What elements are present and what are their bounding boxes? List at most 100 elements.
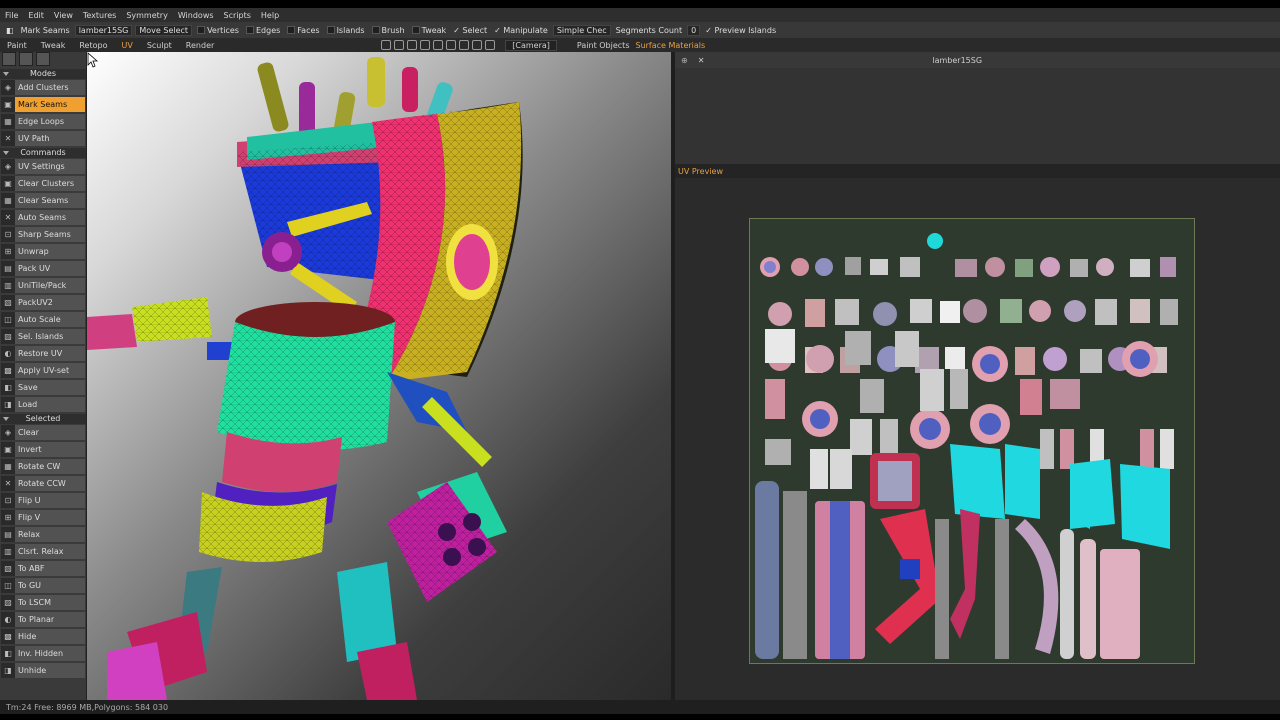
tool-icon: ▧ (1, 295, 15, 310)
tool-clsrt-relax[interactable]: ▥ Clsrt. Relax (1, 544, 85, 559)
tool-clear[interactable]: ◈ Clear (1, 425, 85, 440)
tool-icon-3[interactable] (36, 52, 50, 66)
islands-toggle[interactable]: Islands (325, 26, 367, 35)
tool-pack-uv[interactable]: ▤ Pack UV (1, 261, 85, 276)
tab-paint-objects[interactable]: Paint Objects (577, 41, 630, 50)
wireframe-icon[interactable] (472, 40, 483, 50)
segments-count-input[interactable]: 0 (687, 24, 701, 36)
tool-label: Save (18, 383, 38, 392)
select-toggle[interactable]: ✓ Select (451, 26, 489, 35)
tool-inv-hidden[interactable]: ◧ Inv. Hidden (1, 646, 85, 661)
brush-checkbox[interactable] (371, 26, 380, 34)
edges-checkbox[interactable] (245, 26, 254, 34)
tool-label: To Planar (18, 615, 55, 624)
menu-item-textures[interactable]: Textures (83, 11, 116, 20)
menu-item-edit[interactable]: Edit (28, 11, 44, 20)
tool-label: Flip V (18, 513, 41, 522)
tool-to-abf[interactable]: ▧ To ABF (1, 561, 85, 576)
3d-viewport[interactable] (87, 52, 671, 700)
grid-icon[interactable] (433, 40, 444, 50)
tool-icon: ◫ (1, 312, 15, 327)
zoom-icon[interactable] (407, 40, 418, 50)
tool-to-lscm[interactable]: ▨ To LSCM (1, 595, 85, 610)
tool-unwrap[interactable]: ⊞ Unwrap (1, 244, 85, 259)
tab-room-paint[interactable]: Paint (7, 41, 27, 50)
tool-mark-seams[interactable]: ▣ Mark Seams (1, 97, 85, 112)
tool-icon-2[interactable] (19, 52, 33, 66)
menu-item-view[interactable]: View (54, 11, 73, 20)
object-select[interactable]: lamber15SG (74, 24, 133, 36)
tool-unhide[interactable]: ◨ Unhide (1, 663, 85, 678)
brush-toggle[interactable]: Brush (370, 26, 407, 35)
tool-uv-path[interactable]: ✕ UV Path (1, 131, 85, 146)
tool-rotate-ccw[interactable]: ✕ Rotate CCW (1, 476, 85, 491)
menu-item-scripts[interactable]: Scripts (224, 11, 251, 20)
camera-dropdown[interactable]: [Camera] (505, 39, 557, 51)
tab-room-uv[interactable]: UV (121, 41, 132, 50)
tool-save[interactable]: ◧ Save (1, 380, 85, 395)
tab-surface-materials[interactable]: Surface Materials (635, 41, 705, 50)
fit-icon[interactable] (420, 40, 431, 50)
edges-toggle[interactable]: Edges (244, 26, 282, 35)
tool-icon: ▥ (1, 278, 15, 293)
rotate-icon[interactable] (394, 40, 405, 50)
tool-edge-loops[interactable]: ▦ Edge Loops (1, 114, 85, 129)
right-panel: ⊕ ✕ lamber15SG UV Preview (675, 52, 1280, 700)
tool-relax[interactable]: ▤ Relax (1, 527, 85, 542)
camera-icon[interactable] (485, 40, 496, 50)
tool-hide[interactable]: ▩ Hide (1, 629, 85, 644)
pan-icon[interactable] (381, 40, 392, 50)
tool-flip-u[interactable]: ⊡ Flip U (1, 493, 85, 508)
faces-checkbox[interactable] (287, 26, 296, 34)
move-select-dropdown[interactable]: Move Select (135, 24, 193, 36)
close-icon[interactable]: ✕ (698, 56, 705, 65)
tool-rotate-cw[interactable]: ▦ Rotate CW (1, 459, 85, 474)
uv-preview-area[interactable] (675, 178, 1280, 700)
tool-sel-islands[interactable]: ▨ Sel. Islands (1, 329, 85, 344)
menu-item-help[interactable]: Help (261, 11, 279, 20)
manipulate-toggle[interactable]: ✓ Manipulate (492, 26, 550, 35)
tool-auto-scale[interactable]: ◫ Auto Scale (1, 312, 85, 327)
islands-checkbox[interactable] (326, 26, 335, 34)
tool-to-gu[interactable]: ◫ To GU (1, 578, 85, 593)
modes-header[interactable]: Modes (0, 69, 86, 79)
tool-icon: ▤ (1, 527, 15, 542)
tool-sharp-seams[interactable]: ⊡ Sharp Seams (1, 227, 85, 242)
commands-header[interactable]: Commands (0, 148, 86, 158)
tweak-toggle[interactable]: Tweak (410, 26, 449, 35)
menu-item-windows[interactable]: Windows (178, 11, 214, 20)
perspective-icon[interactable] (446, 40, 457, 50)
tool-label: Auto Scale (18, 315, 61, 324)
tool-unitile-pack[interactable]: ▥ UniTile/Pack (1, 278, 85, 293)
tool-apply-uv-set[interactable]: ▩ Apply UV-set (1, 363, 85, 378)
tool-clear-clusters[interactable]: ▣ Clear Clusters (1, 176, 85, 191)
pin-icon[interactable]: ⊕ (681, 56, 688, 65)
vertices-checkbox[interactable] (197, 26, 206, 34)
tool-invert[interactable]: ▣ Invert (1, 442, 85, 457)
tool-flip-v[interactable]: ⊞ Flip V (1, 510, 85, 525)
tool-add-clusters[interactable]: ◈ Add Clusters (1, 80, 85, 95)
tool-load[interactable]: ◨ Load (1, 397, 85, 412)
tab-room-render[interactable]: Render (186, 41, 214, 50)
tool-to-planar[interactable]: ◐ To Planar (1, 612, 85, 627)
tool-uv-settings[interactable]: ◈ UV Settings (1, 159, 85, 174)
preview-islands-toggle[interactable]: ✓ Preview Islands (703, 26, 778, 35)
selected-header[interactable]: Selected (0, 414, 86, 424)
tool-auto-seams[interactable]: ✕ Auto Seams (1, 210, 85, 225)
menu-item-file[interactable]: File (5, 11, 18, 20)
checker-dropdown[interactable]: Simple Chec (552, 24, 611, 36)
tweak-checkbox[interactable] (411, 26, 420, 34)
vertices-toggle[interactable]: Vertices (195, 26, 241, 35)
light-icon[interactable] (459, 40, 470, 50)
tab-room-sculpt[interactable]: Sculpt (147, 41, 172, 50)
objects-area[interactable] (675, 68, 1280, 164)
menu-item-symmetry[interactable]: Symmetry (126, 11, 167, 20)
faces-toggle[interactable]: Faces (285, 26, 321, 35)
tab-room-tweak[interactable]: Tweak (41, 41, 66, 50)
tab-room-retopo[interactable]: Retopo (79, 41, 107, 50)
tool-clear-seams[interactable]: ▦ Clear Seams (1, 193, 85, 208)
tool-restore-uv[interactable]: ◐ Restore UV (1, 346, 85, 361)
tool-icon: ▨ (1, 595, 15, 610)
tool-packuv2[interactable]: ▧ PackUV2 (1, 295, 85, 310)
tool-icon-1[interactable] (2, 52, 16, 66)
